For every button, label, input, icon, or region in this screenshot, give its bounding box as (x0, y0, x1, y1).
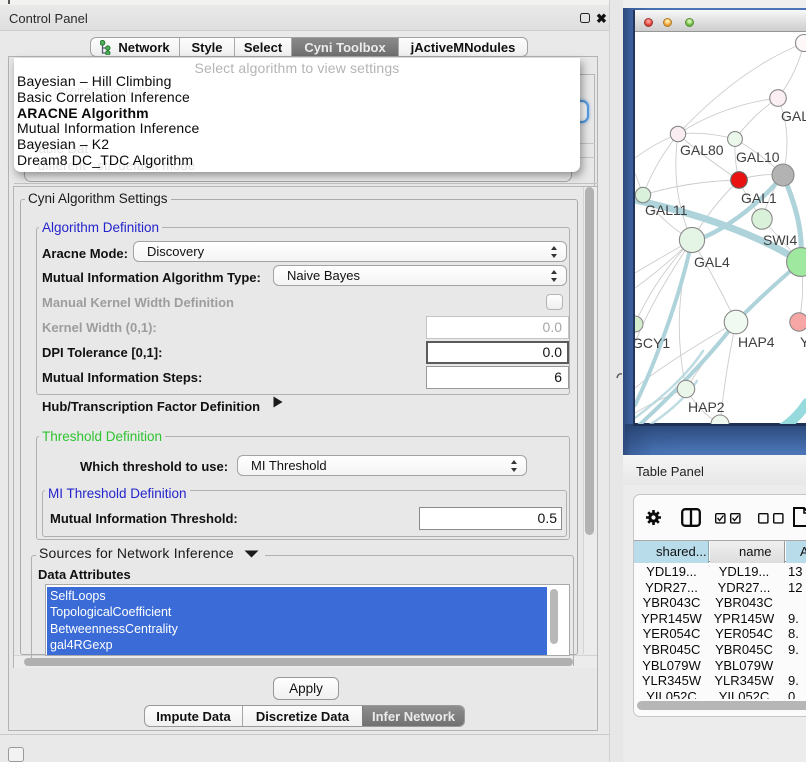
svg-text:YM: YM (800, 334, 806, 350)
svg-text:GAL2: GAL2 (781, 108, 806, 124)
svg-text:GAL11: GAL11 (645, 202, 688, 218)
svg-text:HAP2: HAP2 (688, 399, 725, 415)
svg-text:GAL80: GAL80 (680, 142, 724, 158)
svg-text:GCY1: GCY1 (635, 335, 670, 351)
svg-text:GAL10: GAL10 (736, 149, 780, 165)
svg-text:GAL4: GAL4 (694, 254, 730, 270)
svg-text:HAP4: HAP4 (738, 334, 775, 350)
svg-text:GAL1: GAL1 (741, 190, 777, 206)
svg-text:SWI4: SWI4 (763, 232, 797, 248)
